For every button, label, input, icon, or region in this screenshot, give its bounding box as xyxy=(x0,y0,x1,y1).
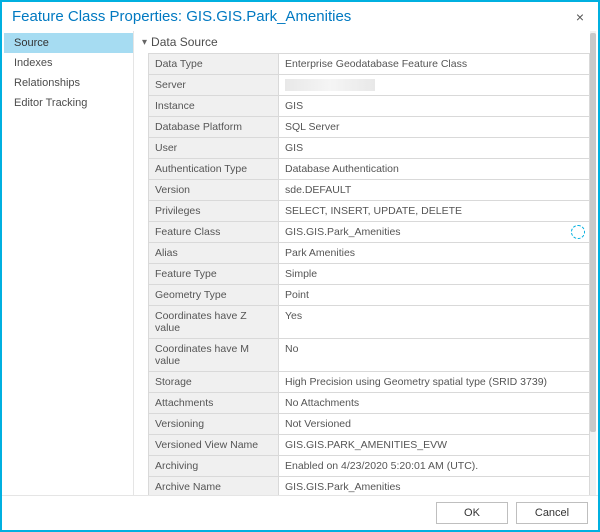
property-name: Attachments xyxy=(149,393,279,413)
property-row: ArchivingEnabled on 4/23/2020 5:20:01 AM… xyxy=(149,456,589,477)
scrollbar-thumb[interactable] xyxy=(590,33,596,432)
property-name: Version xyxy=(149,180,279,200)
property-row: Coordinates have M valueNo xyxy=(149,339,589,372)
property-value: GIS.GIS.PARK_AMENITIES_EVW xyxy=(279,435,589,455)
property-name: Data Type xyxy=(149,54,279,74)
property-name: User xyxy=(149,138,279,158)
property-value: Not Versioned xyxy=(279,414,589,434)
property-name: Archive Name xyxy=(149,477,279,495)
redacted-value xyxy=(285,79,375,91)
close-icon[interactable]: × xyxy=(572,10,588,24)
dialog-body: Source Indexes Relationships Editor Trac… xyxy=(2,29,598,495)
sidebar-item-indexes[interactable]: Indexes xyxy=(4,53,133,73)
property-value: Simple xyxy=(279,264,589,284)
property-value: Enterprise Geodatabase Feature Class xyxy=(279,54,589,74)
property-value: GIS.GIS.Park_Amenities xyxy=(279,477,589,495)
property-name: Server xyxy=(149,75,279,95)
property-row: UserGIS xyxy=(149,138,589,159)
sidebar-item-relationships[interactable]: Relationships xyxy=(4,73,133,93)
property-row: StorageHigh Precision using Geometry spa… xyxy=(149,372,589,393)
property-value: Enabled on 4/23/2020 5:20:01 AM (UTC). xyxy=(279,456,589,476)
property-row: Database PlatformSQL Server xyxy=(149,117,589,138)
properties-scroll[interactable]: Data TypeEnterprise Geodatabase Feature … xyxy=(134,53,596,495)
section-data-source[interactable]: ▾ Data Source xyxy=(134,31,596,53)
property-value: SQL Server xyxy=(279,117,589,137)
sidebar-item-editor-tracking[interactable]: Editor Tracking xyxy=(4,93,133,113)
property-row: InstanceGIS xyxy=(149,96,589,117)
property-name: Feature Class xyxy=(149,222,279,242)
property-row: Versionsde.DEFAULT xyxy=(149,180,589,201)
property-name: Versioned View Name xyxy=(149,435,279,455)
property-value: High Precision using Geometry spatial ty… xyxy=(279,372,589,392)
property-row: Data TypeEnterprise Geodatabase Feature … xyxy=(149,54,589,75)
property-row: AttachmentsNo Attachments xyxy=(149,393,589,414)
property-row: Authentication TypeDatabase Authenticati… xyxy=(149,159,589,180)
feature-class-icon[interactable] xyxy=(571,225,585,239)
property-value: GIS.GIS.Park_Amenities xyxy=(279,222,589,242)
property-value: SELECT, INSERT, UPDATE, DELETE xyxy=(279,201,589,221)
property-name: Versioning xyxy=(149,414,279,434)
property-row: Coordinates have Z valueYes xyxy=(149,306,589,339)
property-name: Coordinates have M value xyxy=(149,339,279,371)
property-value: Park Amenities xyxy=(279,243,589,263)
dialog-title: Feature Class Properties: GIS.GIS.Park_A… xyxy=(12,8,351,25)
property-value: Database Authentication xyxy=(279,159,589,179)
property-row: Server xyxy=(149,75,589,96)
sidebar-item-source[interactable]: Source xyxy=(4,33,133,53)
ok-button[interactable]: OK xyxy=(436,502,508,524)
property-name: Database Platform xyxy=(149,117,279,137)
properties-table: Data TypeEnterprise Geodatabase Feature … xyxy=(148,53,590,495)
vertical-scrollbar[interactable] xyxy=(590,31,596,495)
cancel-button[interactable]: Cancel xyxy=(516,502,588,524)
property-value: No xyxy=(279,339,589,371)
property-row: Archive NameGIS.GIS.Park_Amenities xyxy=(149,477,589,495)
property-value: GIS xyxy=(279,138,589,158)
feature-class-properties-dialog: Feature Class Properties: GIS.GIS.Park_A… xyxy=(0,0,600,532)
property-value: sde.DEFAULT xyxy=(279,180,589,200)
property-name: Privileges xyxy=(149,201,279,221)
property-value: GIS xyxy=(279,96,589,116)
chevron-down-icon: ▾ xyxy=(142,37,147,48)
property-name: Feature Type xyxy=(149,264,279,284)
property-name: Coordinates have Z value xyxy=(149,306,279,338)
property-name: Instance xyxy=(149,96,279,116)
dialog-footer: OK Cancel xyxy=(2,495,598,530)
property-row: PrivilegesSELECT, INSERT, UPDATE, DELETE xyxy=(149,201,589,222)
property-value: Point xyxy=(279,285,589,305)
sidebar: Source Indexes Relationships Editor Trac… xyxy=(4,31,134,495)
content-pane: ▾ Data Source Data TypeEnterprise Geodat… xyxy=(134,31,596,495)
property-name: Storage xyxy=(149,372,279,392)
property-value: Yes xyxy=(279,306,589,338)
section-title: Data Source xyxy=(151,35,218,49)
property-value xyxy=(279,75,589,95)
titlebar: Feature Class Properties: GIS.GIS.Park_A… xyxy=(2,2,598,29)
property-value: No Attachments xyxy=(279,393,589,413)
property-name: Geometry Type xyxy=(149,285,279,305)
property-row: VersioningNot Versioned xyxy=(149,414,589,435)
property-row: AliasPark Amenities xyxy=(149,243,589,264)
property-row: Feature TypeSimple xyxy=(149,264,589,285)
property-name: Alias xyxy=(149,243,279,263)
property-row: Geometry TypePoint xyxy=(149,285,589,306)
property-row: Versioned View NameGIS.GIS.PARK_AMENITIE… xyxy=(149,435,589,456)
property-row: Feature ClassGIS.GIS.Park_Amenities xyxy=(149,222,589,243)
property-name: Archiving xyxy=(149,456,279,476)
property-name: Authentication Type xyxy=(149,159,279,179)
